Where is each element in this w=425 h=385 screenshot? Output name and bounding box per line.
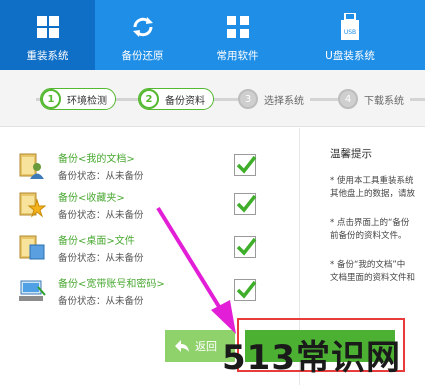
watermark-logo: 513常识网 [222,338,401,378]
annotation-arrow-icon [156,206,236,334]
installer-window: 重装系统 备份还原 常用软件 USB U盘装系统 1 环境检测 2 备份资料 3… [0,0,425,385]
